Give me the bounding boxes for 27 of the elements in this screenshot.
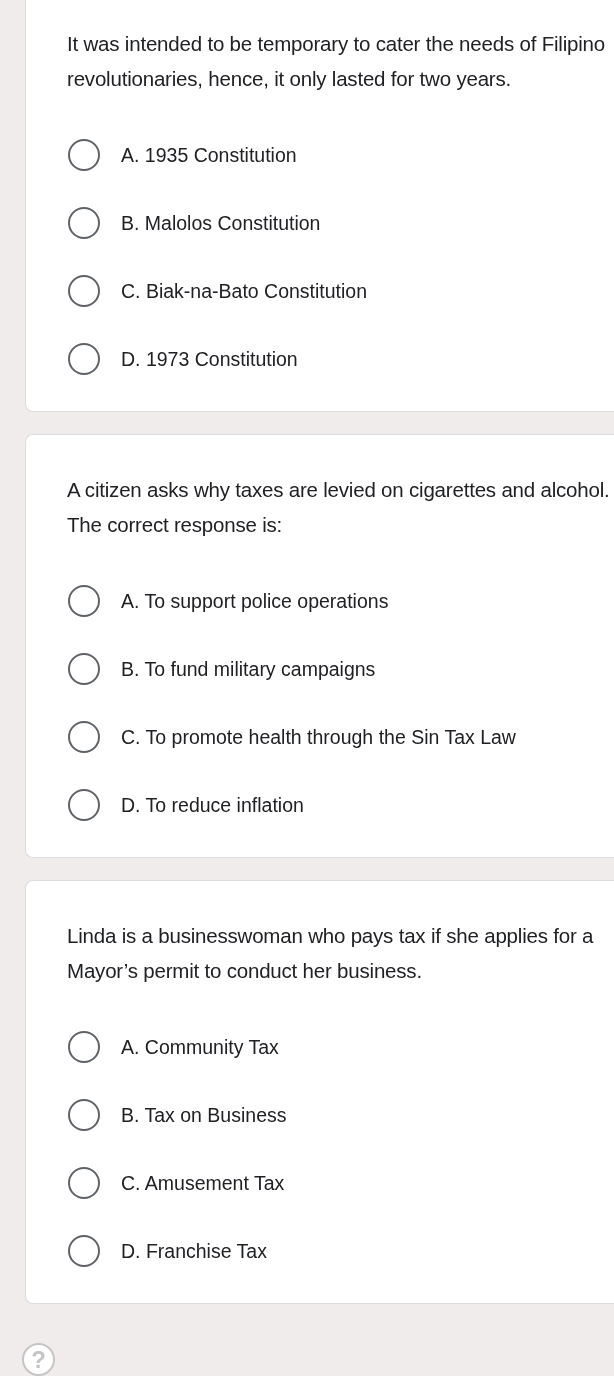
option-label[interactable]: B. Malolos Constitution — [121, 207, 321, 239]
radio-button[interactable] — [68, 653, 100, 685]
option-label[interactable]: D. 1973 Constitution — [121, 343, 298, 375]
radio-button[interactable] — [68, 585, 100, 617]
radio-button[interactable] — [68, 1031, 100, 1063]
option-label[interactable]: A. 1935 Constitution — [121, 139, 297, 171]
question-text: A citizen asks why taxes are levied on cigarettes and alcohol. The correct response is: — [67, 477, 611, 538]
radio-button[interactable] — [68, 789, 100, 821]
option-label[interactable]: B. Tax on Business — [121, 1099, 287, 1131]
radio-button[interactable] — [68, 1099, 100, 1131]
radio-button[interactable] — [68, 721, 100, 753]
question-text: Linda is a businesswoman who pays tax if she applies for a Mayor’s permit to conduct her business. — [67, 923, 595, 984]
option-label[interactable]: C. To promote health through the Sin Tax Law — [121, 721, 516, 753]
option-label[interactable]: C. Biak-na-Bato Constitution — [121, 275, 368, 307]
option-label[interactable]: A. Community Tax — [121, 1031, 279, 1063]
radio-button[interactable] — [68, 343, 100, 375]
option-label[interactable]: C. Amusement Tax — [121, 1167, 285, 1199]
radio-button[interactable] — [68, 1167, 100, 1199]
option-label[interactable]: B. To fund military campaigns — [121, 653, 376, 685]
option-label[interactable]: D. To reduce inflation — [121, 789, 304, 821]
radio-button[interactable] — [68, 1235, 100, 1267]
radio-button[interactable] — [68, 275, 100, 307]
radio-button[interactable] — [68, 207, 100, 239]
radio-button[interactable] — [68, 139, 100, 171]
option-label[interactable]: A. To support police operations — [121, 585, 389, 617]
question-text: It was intended to be temporary to cater the needs of Filipino revolutionaries, hence, it only lasted for two years. — [67, 31, 606, 92]
option-label[interactable]: D. Franchise Tax — [121, 1235, 267, 1267]
